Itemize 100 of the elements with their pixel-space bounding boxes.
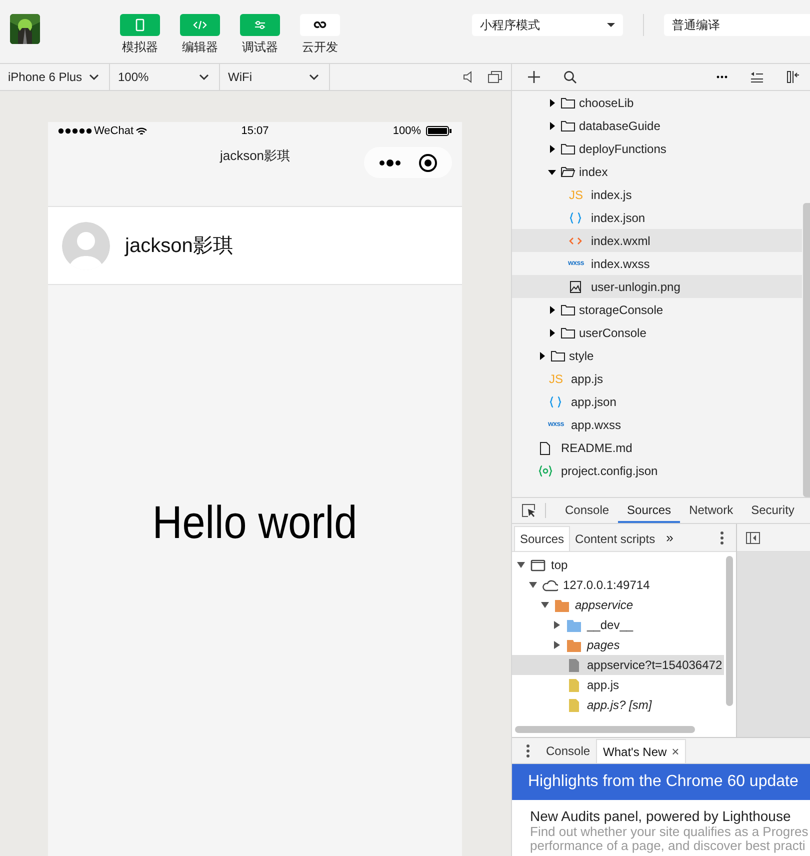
file-tree-item[interactable]: project.config.json [512, 459, 802, 482]
folder-icon [566, 638, 582, 652]
more-icon[interactable] [716, 75, 728, 79]
capsule-button[interactable] [364, 147, 452, 178]
devtools-tab[interactable]: Security [742, 498, 804, 523]
network-select[interactable]: WiFi [220, 64, 330, 90]
compile-select[interactable]: 普通编译 [664, 14, 810, 36]
file-tree-item[interactable]: chooseLib [512, 91, 802, 114]
source-tree-item[interactable]: pages [512, 635, 724, 655]
more-icon[interactable] [378, 158, 400, 166]
file-tree-item[interactable]: userConsole [512, 321, 802, 344]
carrier-label: WeChat [94, 125, 134, 137]
add-icon[interactable] [527, 70, 541, 84]
file-tree-item[interactable]: README.md [512, 436, 802, 459]
file-tree-item[interactable]: storageConsole [512, 298, 802, 321]
more-tabs-button[interactable]: » [660, 530, 680, 545]
collapsed-arrow-icon[interactable] [553, 621, 561, 629]
device-select[interactable]: iPhone 6 Plus [0, 64, 110, 90]
folder-icon [560, 118, 576, 132]
avatar-icon [62, 222, 110, 270]
source-tree-item[interactable]: 127.0.0.1:49714 [512, 575, 724, 595]
config-file-icon [538, 464, 554, 478]
toolbar-label: 调试器 [242, 39, 278, 56]
image-file-icon [568, 280, 584, 294]
sources-subtab[interactable]: Sources [514, 526, 570, 551]
user-name: jackson影琪 [125, 234, 233, 259]
article-text: Find out whether your site qualifies as a Progres performance of a page, and discover best practi [530, 825, 810, 853]
drawer-tab[interactable]: What's New × [596, 739, 686, 763]
file-tree-item[interactable]: index.json [512, 206, 802, 229]
collapsed-arrow-icon[interactable] [548, 328, 556, 336]
file-tree-item[interactable]: index.wxml [512, 229, 802, 252]
battery-label: 100% [392, 125, 421, 137]
collapsed-arrow-icon[interactable] [553, 641, 561, 649]
toolbar-label: 云开发 [302, 39, 338, 56]
file-tree-item[interactable]: app.json [512, 390, 802, 413]
expanded-arrow-icon[interactable] [517, 561, 525, 569]
file-icon [566, 678, 582, 692]
window-icon[interactable] [487, 70, 503, 84]
collapsed-arrow-icon[interactable] [548, 306, 556, 314]
sources-subtab[interactable]: Content scripts [570, 526, 660, 551]
open-folder-icon [560, 164, 576, 178]
caret-icon [309, 74, 319, 80]
code-icon [192, 18, 208, 32]
expanded-arrow-icon[interactable] [548, 168, 556, 176]
banner-title: Highlights from the Chrome 60 update [512, 764, 810, 800]
scrollbar[interactable] [803, 203, 810, 497]
article-title: New Audits panel, powered by Lighthouse [530, 808, 792, 825]
file-tree-item[interactable]: JS app.js [512, 367, 802, 390]
scrollbar[interactable] [726, 556, 733, 706]
devtools-tab[interactable]: Console [556, 498, 618, 523]
collapsed-arrow-icon[interactable] [548, 98, 556, 106]
file-tree-item[interactable]: deployFunctions [512, 137, 802, 160]
zoom-select[interactable]: 100% [110, 64, 220, 90]
file-icon [566, 698, 582, 712]
source-tree-item[interactable]: __dev__ [512, 615, 724, 635]
kebab-menu-icon[interactable] [526, 744, 530, 758]
kebab-menu-icon[interactable] [720, 530, 724, 544]
toolbar-button[interactable] [300, 14, 340, 36]
cloud-icon [542, 578, 558, 592]
source-tree-item[interactable]: appservice?t=154036472 [512, 655, 724, 675]
folder-icon [560, 96, 576, 110]
folder-icon [560, 326, 576, 340]
battery-icon [426, 126, 452, 136]
folder-icon [554, 598, 570, 612]
expanded-arrow-icon[interactable] [541, 601, 549, 609]
mode-select[interactable]: 小程序模式 [472, 14, 623, 36]
file-tree-item[interactable]: databaseGuide [512, 114, 802, 137]
window-icon [530, 558, 546, 572]
file-tree-item[interactable]: index [512, 160, 802, 183]
collapsed-arrow-icon[interactable] [548, 122, 556, 130]
sidebar-toggle-icon[interactable] [745, 530, 761, 544]
drawer-tab[interactable]: Console [540, 739, 596, 763]
search-icon[interactable] [563, 70, 577, 84]
status-time: 15:07 [241, 125, 269, 137]
close-button[interactable]: × [672, 744, 680, 759]
caret-icon [89, 74, 99, 80]
source-tree-item[interactable]: app.js? [sm] [512, 695, 724, 715]
collapsed-arrow-icon[interactable] [538, 352, 546, 360]
folder-icon [560, 142, 576, 156]
js-file-icon: JS [568, 188, 584, 202]
collapse-icon[interactable] [786, 70, 800, 84]
source-tree-item[interactable]: top [512, 555, 724, 575]
wifi-icon [136, 126, 147, 136]
inspect-icon[interactable] [521, 502, 537, 518]
file-tree-item[interactable]: style [512, 344, 802, 367]
close-icon[interactable] [418, 152, 438, 172]
devtools-tab[interactable]: Network [680, 498, 742, 523]
braces-icon [548, 394, 564, 408]
hello-text: Hello world [152, 495, 358, 549]
file-tree-item[interactable]: user-unlogin.png [512, 275, 802, 298]
folder-icon [560, 302, 576, 316]
folder-icon [566, 618, 582, 632]
signal-icon [58, 128, 92, 134]
source-tree-item[interactable]: appservice [512, 595, 724, 615]
file-tree-item[interactable]: JS index.js [512, 183, 802, 206]
collapsed-arrow-icon[interactable] [548, 144, 556, 152]
source-tree-item[interactable]: app.js [512, 675, 724, 695]
expanded-arrow-icon[interactable] [529, 581, 537, 589]
scrollbar[interactable] [515, 726, 695, 733]
outline-icon[interactable] [750, 71, 764, 83]
